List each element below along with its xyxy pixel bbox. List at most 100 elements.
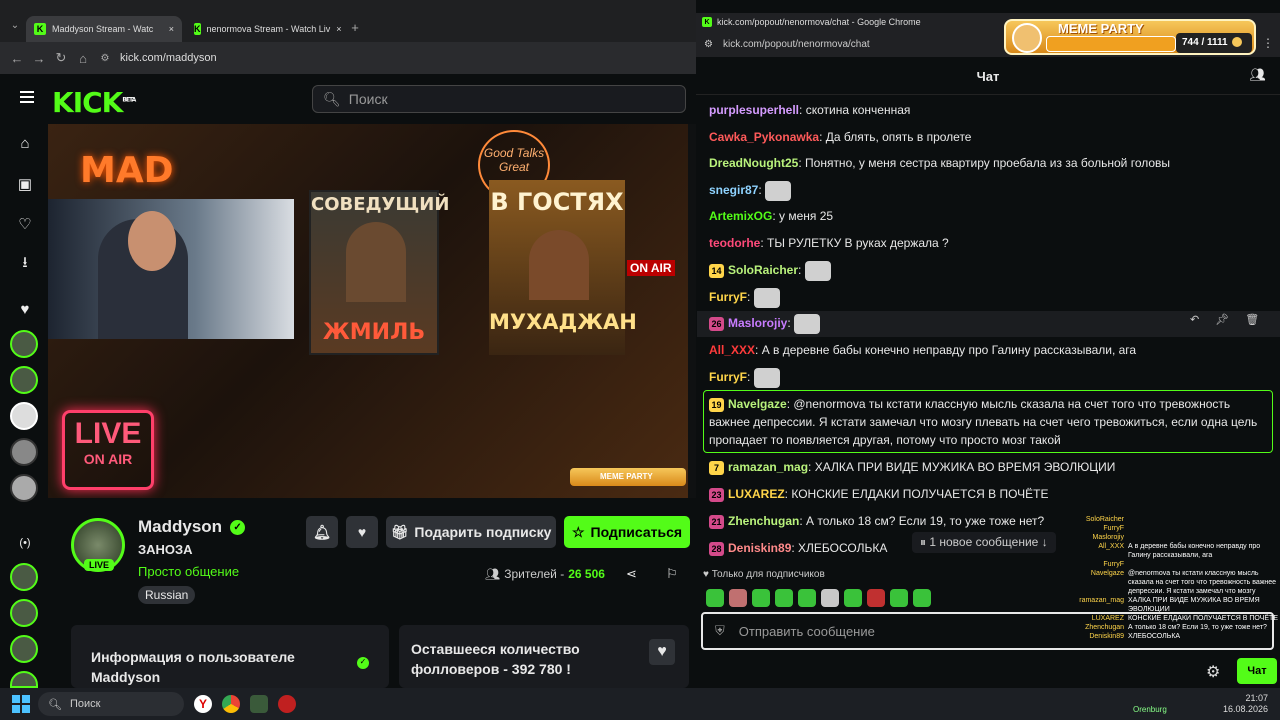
search-icon: 🔍︎ bbox=[323, 90, 341, 107]
chat-title: Чат bbox=[976, 69, 1000, 84]
subs-only-text: Только для подписчиков bbox=[711, 569, 825, 580]
emote-button[interactable] bbox=[775, 589, 793, 607]
kick-logo[interactable]: KICKBETA bbox=[52, 86, 136, 119]
meme-party-bar: MEME PARTY 744 / 1111 bbox=[1004, 19, 1256, 55]
sidebar-channel-avatar[interactable] bbox=[10, 635, 38, 663]
chat-username[interactable]: FurryF bbox=[709, 370, 747, 384]
sidebar-channel-avatar[interactable] bbox=[10, 438, 38, 466]
forward-icon[interactable]: → bbox=[28, 51, 50, 66]
browse-icon[interactable]: ▣ bbox=[12, 171, 38, 197]
sidebar-channel-avatar[interactable] bbox=[10, 330, 38, 358]
chat-message: FurryF: bbox=[709, 368, 1269, 388]
live-channels-icon[interactable]: (•) bbox=[12, 530, 38, 556]
sidebar-channel-avatar[interactable] bbox=[10, 474, 38, 502]
share-icon[interactable]: ⋖ bbox=[626, 566, 637, 582]
subscribe-button[interactable]: ☆ Подписаться bbox=[564, 516, 690, 548]
chat-username[interactable]: Navelgaze bbox=[728, 397, 787, 411]
chat-colon: : bbox=[758, 183, 766, 198]
new-messages-button[interactable]: ⏸︎ 1 новое сообщение ↓ bbox=[912, 532, 1056, 553]
chat-username[interactable]: All_XXX bbox=[709, 343, 755, 357]
sub-badge: 14 bbox=[709, 264, 724, 278]
chat-url[interactable]: kick.com/popout/nenormova/chat bbox=[723, 39, 870, 50]
tab-list-icon[interactable]: ⌄ bbox=[4, 20, 26, 31]
bell-icon: 🔔︎ bbox=[313, 523, 331, 540]
chat-username[interactable]: purplesuperhell bbox=[709, 103, 799, 117]
clock[interactable]: 21:07 16.08.2026 bbox=[1223, 693, 1268, 715]
app-icon[interactable] bbox=[250, 695, 268, 713]
chat-username[interactable]: Zhenchugan bbox=[728, 514, 799, 528]
site-info-icon[interactable]: ⚙ bbox=[94, 53, 116, 64]
chat-input-placeholder: Отправить сообщение bbox=[738, 623, 875, 639]
tab-maddyson[interactable]: K Maddyson Stream - Watc × bbox=[26, 16, 182, 42]
chat-username[interactable]: DreadNought25 bbox=[709, 156, 798, 170]
new-tab-icon[interactable]: + bbox=[344, 20, 366, 35]
heart-icon[interactable]: ♥ bbox=[649, 639, 675, 665]
overlay-text: ХАЛКА ПРИ ВИДЕ МУЖИКА ВО ВРЕМЯ ЭВОЛЮЦИИ bbox=[1128, 597, 1260, 613]
download-icon[interactable]: ⭳ bbox=[12, 251, 38, 277]
overlay-message: Deniskin89 ХЛЕБОСОЛЬКА bbox=[1076, 632, 1280, 641]
clock-date: 16.08.2026 bbox=[1222, 704, 1268, 714]
emote-button[interactable] bbox=[844, 589, 862, 607]
reload-icon[interactable]: ↻ bbox=[50, 50, 72, 66]
chat-username[interactable]: Cawka_Pykonawka bbox=[709, 130, 819, 144]
chat-username[interactable]: SoloRaicher bbox=[728, 263, 798, 277]
app-icon[interactable] bbox=[278, 695, 296, 713]
emote-button[interactable] bbox=[890, 589, 908, 607]
tab-close-icon[interactable]: × bbox=[169, 24, 174, 34]
sidebar-channel-avatar[interactable] bbox=[10, 563, 38, 591]
category-link[interactable]: Просто общение bbox=[138, 564, 239, 579]
following-icon[interactable]: ♡ bbox=[12, 211, 38, 237]
channel-name[interactable]: Maddyson bbox=[138, 517, 222, 537]
chat-username[interactable]: ramazan_mag bbox=[728, 460, 808, 474]
site-info-icon[interactable]: ⚙ bbox=[704, 39, 713, 50]
chat-username[interactable]: FurryF bbox=[709, 290, 747, 304]
chrome-icon[interactable] bbox=[222, 695, 240, 713]
url-field[interactable]: kick.com/maddyson bbox=[120, 52, 217, 64]
taskbar-search[interactable]: 🔍︎ Поиск bbox=[38, 692, 184, 716]
stream-chat-overlay: SoloRaicher FurryF Maslorojiy All_XXX А в де… bbox=[1076, 515, 1280, 688]
tab-nenormova[interactable]: Knenormova Stream - Watch Liv × bbox=[186, 16, 342, 42]
emote-button[interactable] bbox=[729, 589, 747, 607]
overlay-message: Zhenchugan А только 18 см? Если 19, то уж… bbox=[1076, 623, 1280, 632]
language-tag[interactable]: Russian bbox=[138, 586, 196, 604]
back-icon[interactable]: ← bbox=[6, 51, 28, 66]
home-icon[interactable]: ⌂ bbox=[12, 130, 38, 156]
emote-button[interactable] bbox=[752, 589, 770, 607]
gift-sub-button[interactable]: 🎁︎ Подарить подписку bbox=[386, 516, 556, 548]
emote-button[interactable] bbox=[821, 589, 839, 607]
tab-close-icon[interactable]: × bbox=[336, 24, 341, 34]
chat-username[interactable]: ArtemixOG bbox=[709, 209, 772, 223]
sidebar-channel-avatar[interactable] bbox=[10, 366, 38, 394]
search-input[interactable]: 🔍︎ Поиск bbox=[312, 85, 686, 113]
poster-co-host: СОВЕДУЩИЙ ЖМИЛЬ bbox=[309, 190, 449, 355]
star-icon: ☆ bbox=[571, 523, 585, 540]
doge-icon bbox=[1012, 23, 1042, 53]
more-menu-icon[interactable]: ⋮ bbox=[1262, 36, 1274, 50]
chat-colon: : bbox=[787, 316, 795, 331]
pause-icon: ⏸︎ bbox=[920, 535, 930, 549]
emote-button[interactable] bbox=[706, 589, 724, 607]
favorites-heart-icon[interactable]: ♥ bbox=[12, 296, 38, 322]
chat-username[interactable]: teodorhe bbox=[709, 236, 760, 250]
clip-icon[interactable]: ⚐ bbox=[666, 566, 678, 582]
chat-text: у меня 25 bbox=[779, 209, 834, 223]
chat-username[interactable]: snegir87 bbox=[709, 183, 758, 197]
yandex-icon[interactable]: Y bbox=[194, 695, 212, 713]
sidebar-channel-avatar[interactable] bbox=[10, 402, 38, 430]
chat-username[interactable]: Maslorojiy bbox=[728, 316, 787, 330]
overlay-message: Maslorojiy bbox=[1076, 533, 1280, 542]
sidebar-channel-avatar[interactable] bbox=[10, 599, 38, 627]
chat-username[interactable]: LUXAREZ bbox=[728, 487, 785, 501]
chat-users-icon[interactable]: 👥︎ bbox=[1249, 67, 1266, 83]
emote-button[interactable] bbox=[867, 589, 885, 607]
notification-button[interactable]: 🔔︎ bbox=[306, 516, 338, 548]
menu-icon[interactable] bbox=[20, 91, 34, 103]
emote-button[interactable] bbox=[913, 589, 931, 607]
emote-button[interactable] bbox=[798, 589, 816, 607]
chat-message: 19 Navelgaze: @nenormova ты кстати классн… bbox=[709, 395, 1261, 449]
home-icon[interactable]: ⌂ bbox=[72, 51, 94, 66]
verified-icon: ✓ bbox=[230, 519, 246, 535]
follow-button[interactable]: ♥ bbox=[346, 516, 378, 548]
chat-username[interactable]: Deniskin89 bbox=[728, 541, 791, 555]
windows-start-icon[interactable] bbox=[12, 695, 30, 713]
